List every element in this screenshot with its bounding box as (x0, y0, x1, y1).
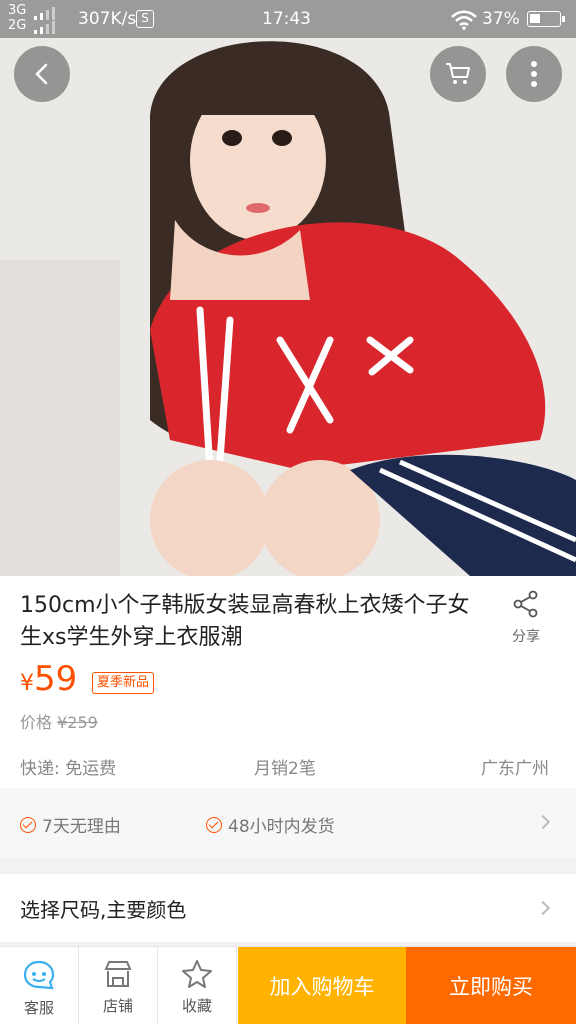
share-icon (513, 590, 538, 618)
guarantee-item: 48小时内发货 (206, 812, 335, 837)
product-detail-page: 3G 2G 307K/s S 17:43 37% 150cm小个子韩版女装显高春… (0, 0, 576, 1024)
network-speed: 307K/s (78, 9, 137, 29)
add-to-cart-button[interactable]: 加入购物车 (238, 947, 406, 1024)
shipping-info: 快递: 免运费 (20, 759, 117, 779)
buy-now-button[interactable]: 立即购买 (406, 947, 576, 1024)
star-icon (182, 960, 212, 988)
price-currency: ¥ (20, 671, 34, 696)
product-photo-illustration (0, 0, 576, 576)
check-circle-icon (20, 816, 36, 833)
product-title: 150cm小个子韩版女装显高春秋上衣矮个子女生xs学生外穿上衣服潮 (20, 593, 470, 650)
wifi-icon (451, 10, 477, 30)
new-season-badge: 夏季新品 (92, 672, 155, 694)
customer-service-button[interactable]: 客服 (0, 947, 79, 1024)
battery-icon (527, 11, 565, 27)
cart-button[interactable] (430, 46, 486, 102)
bottom-action-bar: 客服 店铺 收藏 加入购物车 立即购买 (0, 946, 576, 1024)
price: ¥59 (20, 660, 77, 703)
monthly-sales: 月销2笔 (254, 759, 316, 779)
price-value: 59 (34, 659, 78, 699)
original-price-label: 价格 (20, 713, 53, 732)
chevron-right-icon (535, 900, 551, 916)
customer-service-label: 客服 (23, 999, 54, 1017)
guarantee-item: 7天无理由 (20, 812, 121, 837)
check-circle-icon (206, 816, 222, 833)
chevron-right-icon (535, 814, 551, 830)
more-vertical-icon (531, 61, 537, 87)
seller-location: 广东广州 (481, 759, 549, 779)
shop-button[interactable]: 店铺 (79, 947, 158, 1024)
cart-icon (446, 63, 470, 84)
original-price: 价格 ¥259 (20, 709, 98, 733)
share-label: 分享 (512, 629, 540, 645)
favorite-label: 收藏 (181, 997, 212, 1015)
service-guarantees[interactable]: 7天无理由 48小时内发货 (0, 788, 576, 858)
product-info: 150cm小个子韩版女装显高春秋上衣矮个子女生xs学生外穿上衣服潮 分享 ¥59… (0, 576, 576, 788)
clock: 17:43 (262, 9, 311, 29)
original-price-value: ¥259 (57, 713, 98, 732)
product-image[interactable] (0, 0, 576, 576)
battery-fill (530, 14, 540, 23)
guarantee-label: 7天无理由 (42, 817, 121, 837)
guarantee-label: 48小时内发货 (228, 817, 335, 837)
sim-icon: S (136, 10, 154, 28)
more-button[interactable] (506, 46, 562, 102)
signal-icon (34, 7, 55, 34)
sku-label: 选择尺码,主要颜色 (20, 898, 187, 922)
favorite-button[interactable]: 收藏 (158, 947, 237, 1024)
share-button[interactable]: 分享 (500, 590, 552, 646)
sku-selector[interactable]: 选择尺码,主要颜色 (0, 874, 576, 942)
network-type-bottom: 2G (8, 18, 27, 33)
shop-label: 店铺 (102, 997, 133, 1015)
customer-service-icon (23, 960, 55, 990)
shop-icon (104, 961, 132, 987)
network-indicator: 3G 2G (8, 3, 26, 33)
battery-percent: 37% (482, 9, 520, 29)
network-type-top: 3G (8, 3, 27, 18)
status-bar: 3G 2G 307K/s S 17:43 37% (0, 0, 576, 38)
back-button[interactable] (14, 46, 70, 102)
back-chevron-icon (35, 63, 48, 85)
